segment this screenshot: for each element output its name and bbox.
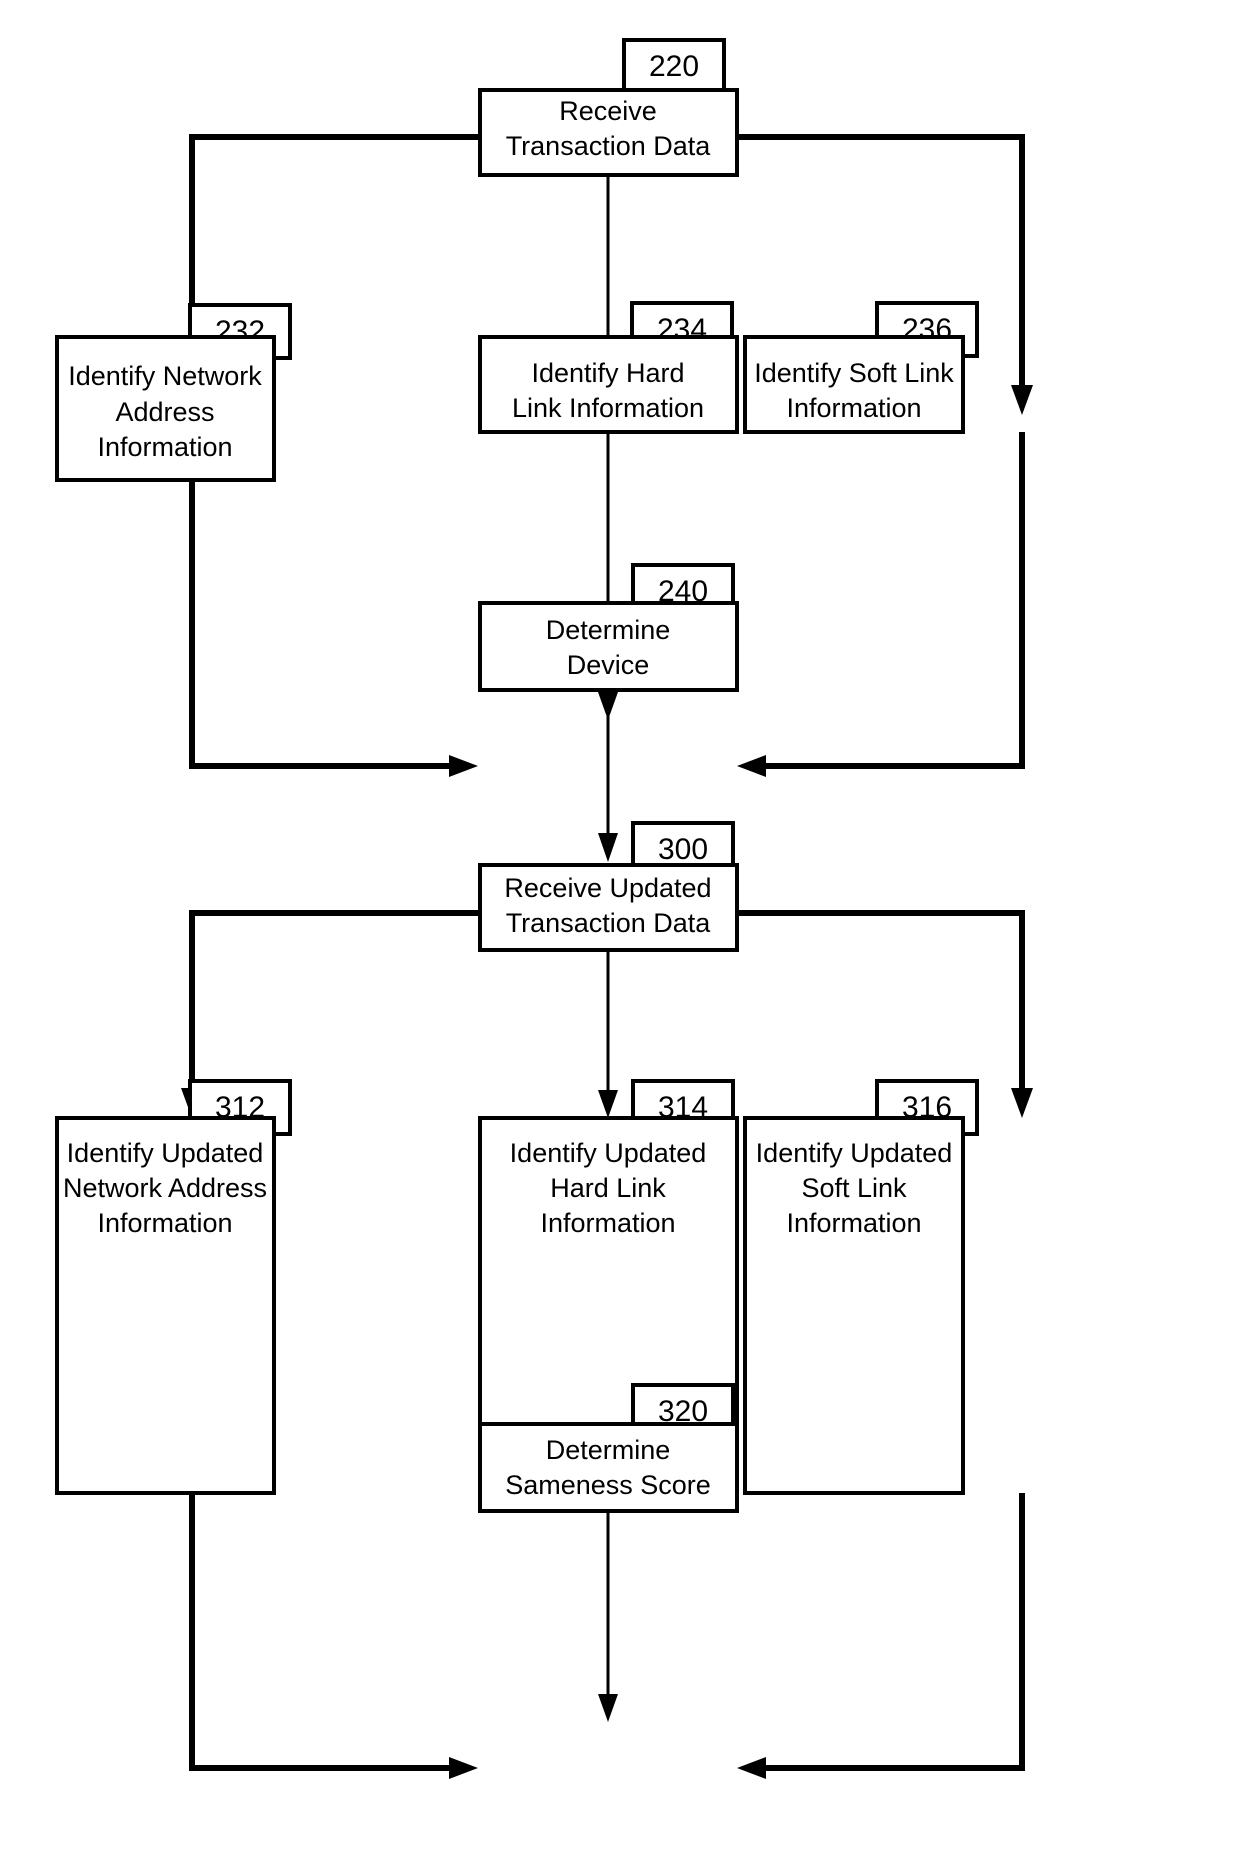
node-220-tag-label: 220 [649,50,699,83]
node-240-line1: Determine [546,615,671,645]
node-314-line2: Hard Link [550,1173,666,1203]
connector-312-to-320 [189,1493,478,1779]
node-220[interactable]: 220 Receive Transaction Data [478,38,739,177]
node-232-line2: Address [115,397,214,427]
connector-240-to-300 [598,690,618,862]
node-236[interactable]: 236 Identify Soft Link Information [743,301,979,434]
node-232-line1: Identify Network [68,361,262,391]
flowchart-diagram: 220 Receive Transaction Data 232 Identif… [0,0,1240,1869]
node-312-line2: Network Address [63,1173,267,1203]
connector-232-to-240 [189,480,478,777]
arrowhead-320-top [598,1694,618,1722]
arrowhead-320-right [737,1757,766,1779]
node-312-line3: Information [97,1208,232,1238]
node-316[interactable]: 316 Identify Updated Soft Link Informati… [743,1079,979,1495]
connector-300-to-314 [598,950,618,1118]
arrowhead-300-top [598,833,618,862]
node-316-line1: Identify Updated [756,1138,953,1168]
node-220-line1: Receive [559,96,657,126]
node-312[interactable]: 312 Identify Updated Network Address Inf… [55,1079,292,1495]
arrowhead-240-right [737,755,766,777]
node-236-line2: Information [786,393,921,423]
node-234-line1: Identify Hard [531,358,684,388]
node-300-line1: Receive Updated [504,873,711,903]
node-314-line3: Information [540,1208,675,1238]
node-220-line2: Transaction Data [506,131,712,161]
node-320-line1: Determine [546,1435,671,1465]
node-314-line1: Identify Updated [510,1138,707,1168]
connector-314-to-320 [598,1493,618,1722]
flowchart-canvas: 220 Receive Transaction Data 232 Identif… [55,38,1033,1779]
node-232[interactable]: 232 Identify Network Address Information [55,303,292,482]
connector-316-to-320 [737,1493,1025,1779]
arrowhead-236 [1011,385,1033,415]
node-236-line1: Identify Soft Link [754,358,954,388]
node-232-line3: Information [97,432,232,462]
arrowhead-320-left [449,1757,478,1779]
node-316-line3: Information [786,1208,921,1238]
node-320-line2: Sameness Score [505,1470,711,1500]
arrowhead-314 [598,1090,618,1118]
node-300-tag-label: 300 [658,833,708,866]
node-240-line2: Device [567,650,650,680]
node-316-line2: Soft Link [801,1173,907,1203]
connector-236-to-240 [737,432,1025,777]
node-300-line2: Transaction Data [506,908,712,938]
node-234-line2: Link Information [512,393,704,423]
node-312-line1: Identify Updated [67,1138,264,1168]
arrowhead-240-left [449,755,478,777]
arrowhead-316 [1011,1088,1033,1118]
